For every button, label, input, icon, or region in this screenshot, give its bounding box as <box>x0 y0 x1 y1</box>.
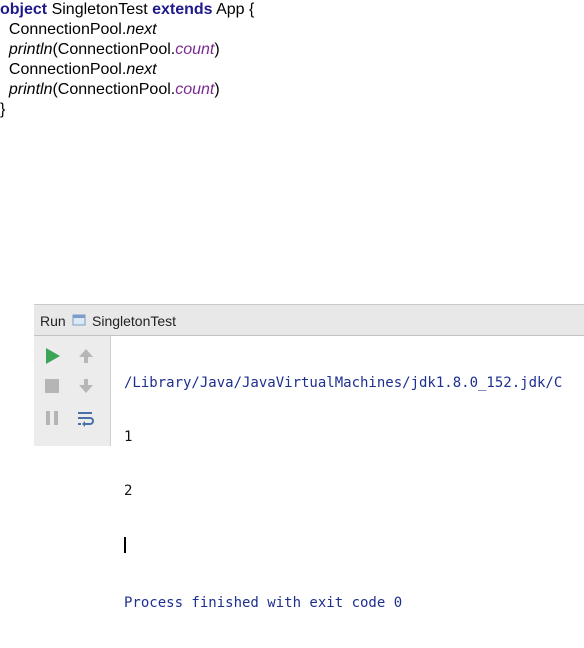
member-count: count <box>175 81 215 98</box>
code-line-3: println(ConnectionPool.count) <box>0 40 254 60</box>
member-count: count <box>175 41 215 58</box>
keyword-object: object <box>0 1 48 18</box>
console-command-line: /Library/Java/JavaVirtualMachines/jdk1.8… <box>124 375 563 391</box>
tab-icon <box>72 314 86 326</box>
call-close: ) <box>214 81 220 98</box>
scroll-down-icon[interactable] <box>76 376 96 396</box>
text-caret <box>124 537 126 553</box>
console-output-line: 2 <box>124 483 133 499</box>
println-call: println <box>8 81 53 98</box>
call-close: ) <box>214 41 220 58</box>
class-name: SingletonTest <box>47 1 153 18</box>
pause-icon[interactable] <box>42 408 62 428</box>
code-line-4: ConnectionPool.next <box>0 60 254 80</box>
run-panel-header: Run SingletonTest <box>34 305 584 336</box>
println-call: println <box>8 41 53 58</box>
code-line-6: } <box>0 101 6 118</box>
run-label: Run <box>40 313 66 329</box>
run-icon[interactable] <box>42 346 62 366</box>
process-finished-line: Process finished with exit code 0 <box>124 595 403 611</box>
code-line-2: ConnectionPool.next <box>0 20 254 40</box>
class-rest: App { <box>212 1 255 18</box>
console-caret <box>124 536 562 554</box>
call-open: (ConnectionPool. <box>52 41 176 58</box>
console-output-line: 1 <box>124 429 133 445</box>
run-tab-singletontest[interactable]: SingletonTest <box>92 313 176 329</box>
scroll-up-icon[interactable] <box>76 346 96 366</box>
run-panel: Run SingletonTest /Library/Java/JavaVirt… <box>34 304 584 611</box>
code-line-1: object SingletonTest extends App { <box>0 0 254 20</box>
member-next: next <box>126 61 157 78</box>
console-output[interactable]: /Library/Java/JavaVirtualMachines/jdk1.8… <box>124 338 562 648</box>
code-editor: object SingletonTest extends App { Conne… <box>0 0 254 120</box>
soft-wrap-icon[interactable] <box>76 408 96 428</box>
call-open: (ConnectionPool. <box>52 81 176 98</box>
code-line-5: println(ConnectionPool.count) <box>0 80 254 100</box>
object-ref: ConnectionPool. <box>8 21 127 38</box>
member-next: next <box>126 21 157 38</box>
object-ref: ConnectionPool. <box>8 61 127 78</box>
stop-icon[interactable] <box>42 376 62 396</box>
keyword-extends: extends <box>152 1 213 18</box>
run-toolbar <box>34 336 111 446</box>
